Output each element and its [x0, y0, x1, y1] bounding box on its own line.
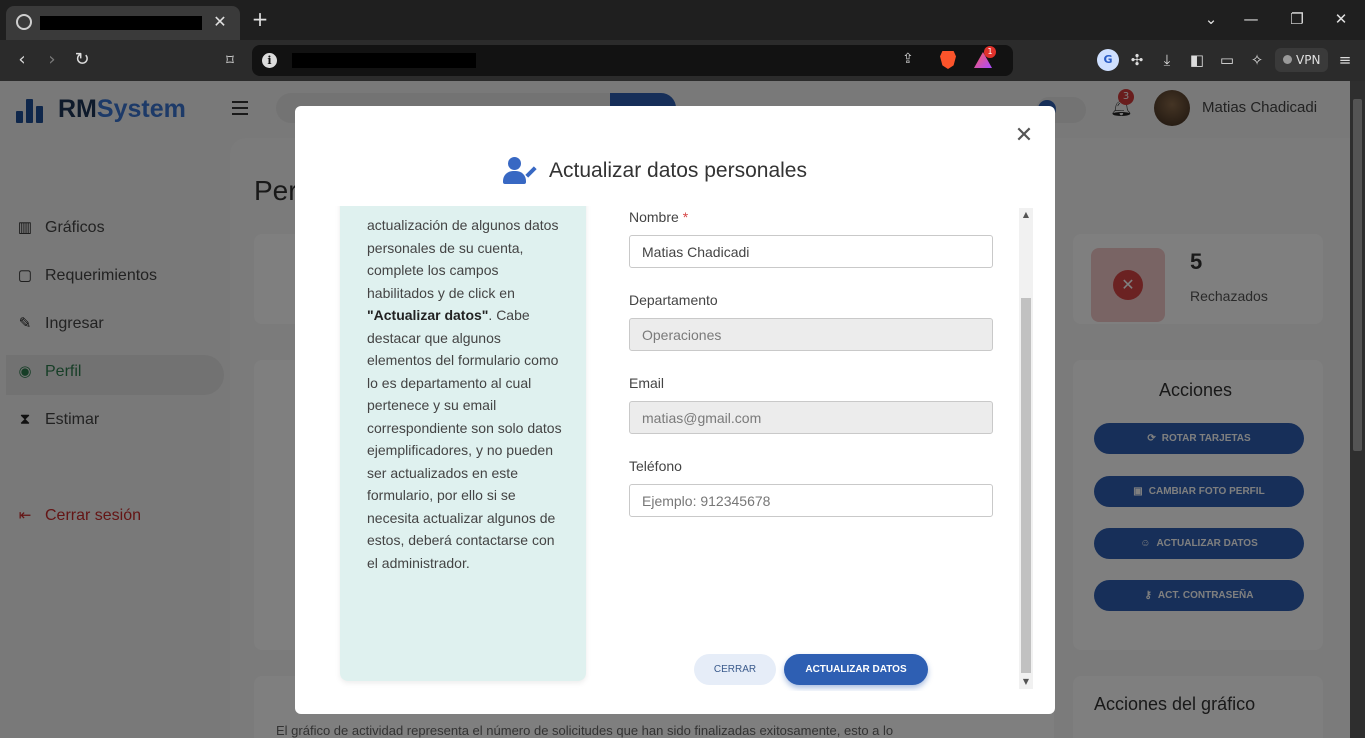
telefono-input[interactable]: [629, 484, 993, 517]
address-bar[interactable]: i ⇪ 1: [252, 45, 1013, 76]
modal-body: actualización de algunos datos personale…: [295, 206, 1055, 691]
modal-scrollbar[interactable]: ▲ ▼: [1019, 208, 1033, 689]
info-text-bold: "Actualizar datos": [367, 307, 489, 323]
new-tab-button[interactable]: +: [250, 8, 270, 30]
submit-update-button[interactable]: ACTUALIZAR DATOS: [784, 654, 928, 685]
email-label: Email: [629, 375, 665, 391]
tab-search-icon[interactable]: ⌄: [1196, 8, 1226, 30]
globe-icon: [16, 14, 32, 30]
download-icon[interactable]: ⤓: [1156, 49, 1178, 71]
browser-toolbar: ‹ › ↻ ⌑ i ⇪ 1 G ✣ ⤓ ◧ ▭ ✧ VPN ≡: [0, 40, 1365, 81]
url-redacted: [292, 53, 476, 68]
rewards-badge: 1: [984, 46, 996, 58]
reload-icon[interactable]: ↻: [70, 48, 94, 72]
extensions-icon[interactable]: ✣: [1126, 49, 1148, 71]
tab-title-redacted: [40, 16, 202, 30]
close-tab-icon[interactable]: ✕: [210, 12, 230, 32]
minimize-button[interactable]: —: [1236, 8, 1266, 30]
back-arrow-icon[interactable]: ‹: [10, 48, 34, 72]
info-text: actualización de algunos datos personale…: [367, 214, 562, 574]
required-asterisk: *: [682, 209, 689, 225]
translate-icon[interactable]: G: [1097, 49, 1119, 71]
vpn-button[interactable]: VPN: [1275, 48, 1329, 72]
nombre-label: Nombre *: [629, 209, 689, 225]
vpn-status-dot: [1283, 55, 1292, 64]
scroll-down-arrow-icon[interactable]: ▼: [1019, 675, 1033, 689]
maximize-button[interactable]: ❐: [1282, 8, 1312, 30]
site-info-icon[interactable]: i: [262, 53, 277, 68]
info-text-part1: actualización de algunos datos personale…: [367, 217, 559, 301]
update-profile-modal: ✕ Actualizar datos personales actualizac…: [295, 106, 1055, 714]
leo-ai-icon[interactable]: ✧: [1246, 49, 1268, 71]
departamento-input: [629, 318, 993, 351]
close-icon[interactable]: ✕: [1014, 125, 1034, 147]
nombre-input[interactable]: [629, 235, 993, 268]
vpn-label: VPN: [1296, 53, 1321, 67]
telefono-label: Teléfono: [629, 458, 682, 474]
browser-tab-bar: ✕ + ⌄ — ❐ ✕: [0, 0, 1365, 40]
modal-header: Actualizar datos personales: [503, 156, 807, 186]
info-box: actualización de algunos datos personale…: [340, 206, 586, 681]
menu-icon[interactable]: ≡: [1334, 49, 1356, 71]
modal-title: Actualizar datos personales: [549, 159, 807, 182]
departamento-label: Departamento: [629, 292, 718, 308]
email-input: [629, 401, 993, 434]
close-window-button[interactable]: ✕: [1326, 8, 1356, 30]
bookmark-icon[interactable]: ⌑: [218, 48, 242, 72]
forward-arrow-icon[interactable]: ›: [40, 48, 64, 72]
scroll-up-arrow-icon[interactable]: ▲: [1019, 208, 1033, 222]
share-icon[interactable]: ⇪: [902, 51, 914, 67]
wallet-icon[interactable]: ▭: [1216, 49, 1238, 71]
modal-scrollbar-thumb[interactable]: [1021, 298, 1031, 673]
info-text-part2: . Cabe destacar que algunos elementos de…: [367, 307, 562, 571]
browser-tab[interactable]: ✕: [6, 6, 240, 40]
close-button[interactable]: CERRAR: [694, 654, 776, 685]
brave-shields-icon[interactable]: [940, 51, 956, 69]
sidebar-toggle-icon[interactable]: ◧: [1186, 49, 1208, 71]
user-edit-icon: [503, 156, 537, 186]
